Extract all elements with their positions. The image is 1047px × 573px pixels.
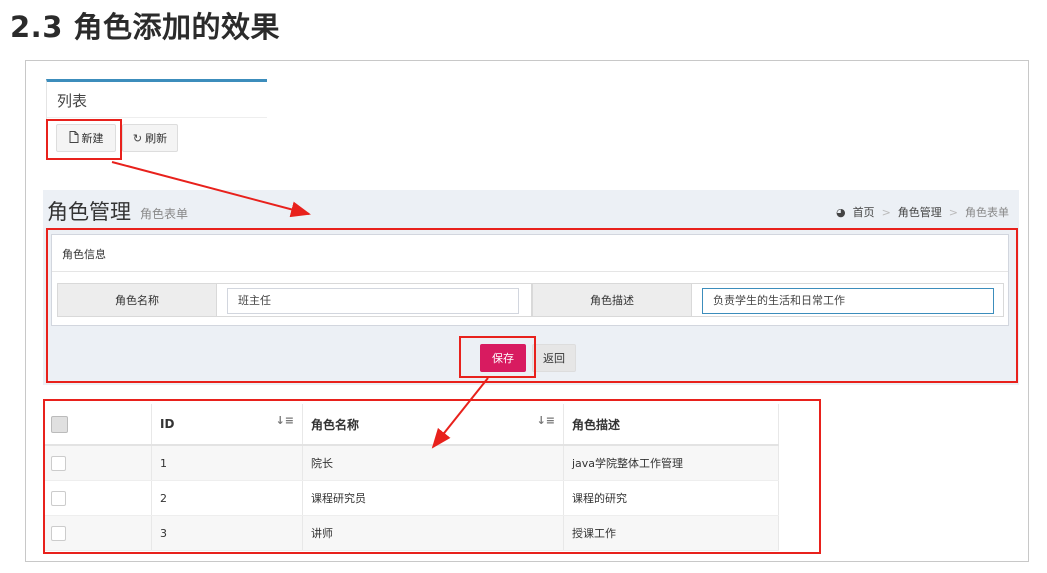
annotation-arrows [111, 161, 489, 449]
arrow-to-form [111, 161, 311, 218]
screenshot-frame: 列表 新建 ↻ 刷新 角色管理 角色表单 ◕ 首页 > 角色管理 > 角色表单 … [25, 60, 1029, 562]
arrow-to-table [431, 377, 489, 449]
doc-heading: 2.3 角色添加的效果 [10, 10, 280, 44]
